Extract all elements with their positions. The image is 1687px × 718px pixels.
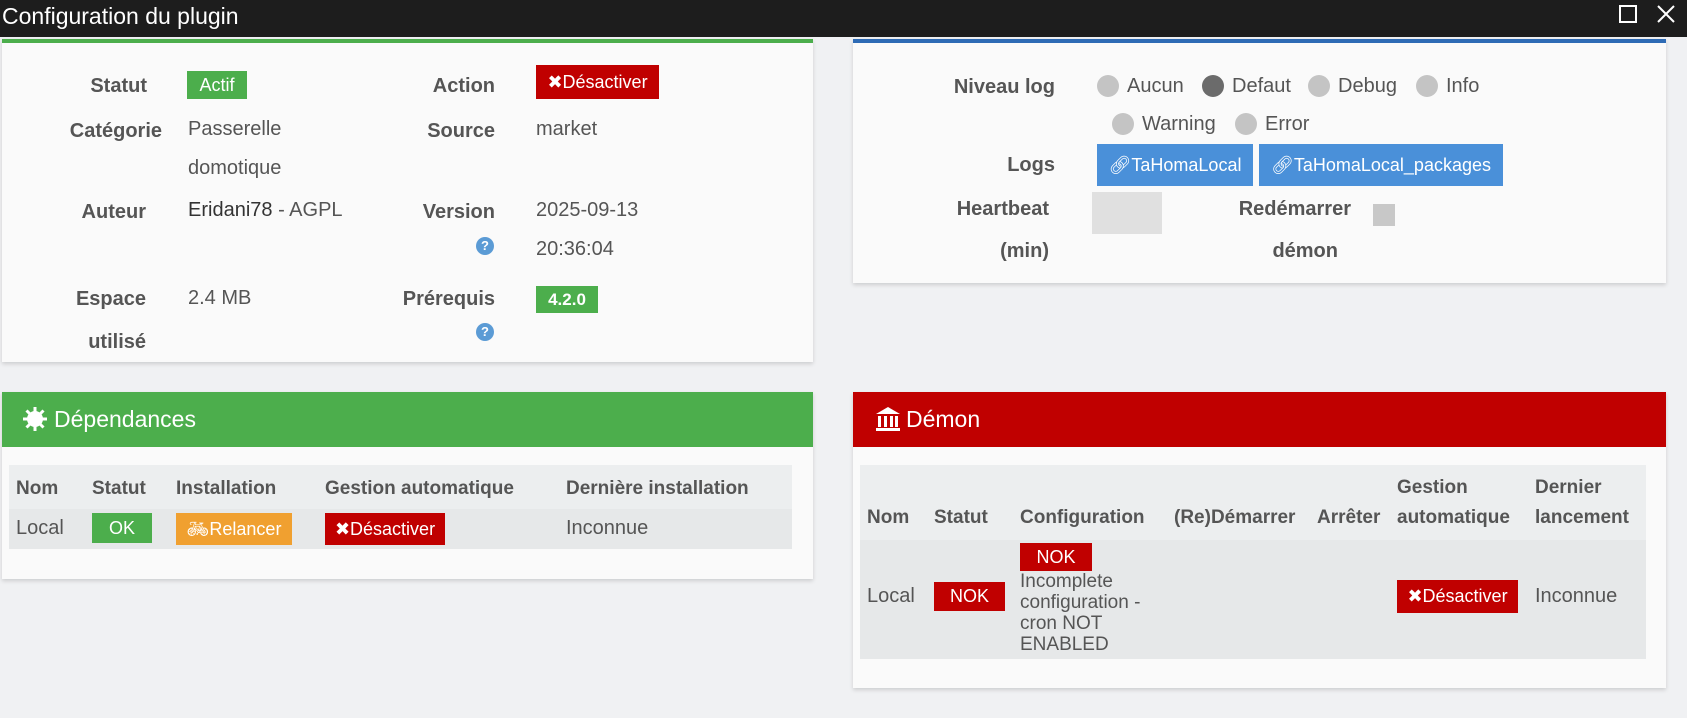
dep-nom: Local [16, 517, 64, 539]
config-message-line2: configuration - [1020, 592, 1141, 613]
col-header-gestion-line1: Gestion [1397, 477, 1468, 498]
source-label: Source [427, 120, 495, 142]
action-label: Action [432, 75, 495, 97]
dep-derniere: Inconnue [566, 517, 649, 539]
log-config-panel: Niveau log Aucun Defaut Debug Info Warni… [853, 39, 1666, 283]
statut-label: Statut [90, 75, 147, 97]
log-level-radio-debug[interactable] [1308, 75, 1330, 97]
bicycle-icon: 🚲︎ [186, 519, 210, 539]
close-icon[interactable] [1653, 3, 1679, 29]
table-row: Local OK 🚲︎Relancer ✖Désactiver Inconnue [9, 509, 792, 549]
close-icon: ✖ [1407, 586, 1423, 606]
col-header-dernier-line2: lancement [1535, 507, 1629, 528]
heartbeat-label-line2: (min) [1000, 240, 1049, 262]
col-header-statut: Statut [92, 478, 146, 499]
log-level-radio-error[interactable] [1235, 113, 1257, 135]
auteur-name[interactable]: Eridani78 [188, 199, 273, 221]
log-level-label-error: Error [1265, 113, 1310, 135]
col-header-nom: Nom [16, 478, 59, 499]
demon-nom: Local [867, 585, 915, 607]
table-row: Local NOK NOK Incomplete configuration -… [860, 540, 1646, 659]
col-header-arreter: Arrêter [1317, 507, 1381, 528]
categorie-value-line2: domotique [188, 157, 282, 179]
heartbeat-label-line1: Heartbeat [956, 198, 1049, 220]
demon-deactivate-button[interactable]: ✖Désactiver [1397, 580, 1518, 613]
auteur-value: Eridani78 - AGPL [188, 190, 343, 230]
prerequis-label: Prérequis [402, 288, 495, 310]
log-button-tahomalocal[interactable]: 🔗︎TaHomaLocal [1097, 144, 1253, 186]
dependances-header: Dépendances [2, 392, 813, 447]
window-title: Configuration du plugin [2, 3, 239, 29]
demon-status-badge: NOK [934, 582, 1005, 611]
col-header-dernier-line1: Dernier [1535, 477, 1602, 498]
bank-icon [875, 406, 901, 438]
log-level-label-defaut: Defaut [1232, 75, 1291, 97]
version-value-line1: 2025-09-13 [536, 199, 639, 221]
version-label: Version [422, 201, 495, 223]
log-level-radio-aucun[interactable] [1097, 75, 1119, 97]
restart-daemon-checkbox[interactable] [1373, 204, 1395, 226]
log-level-label-warning: Warning [1142, 113, 1216, 135]
help-icon[interactable]: ? [476, 323, 494, 341]
paperclip-icon: 🔗︎ [1108, 155, 1132, 175]
espace-label-line2: utilisé [88, 331, 146, 353]
col-header-gestion-line2: automatique [1397, 507, 1510, 528]
niveau-log-label: Niveau log [953, 76, 1055, 98]
col-header-installation: Installation [176, 478, 277, 499]
redemarrer-label-line2: démon [1272, 240, 1338, 262]
dep-deactivate-button[interactable]: ✖Désactiver [325, 513, 445, 545]
demon-panel: Démon Nom Statut Configuration (Re)Démar… [853, 392, 1666, 688]
log-level-radio-defaut[interactable] [1202, 75, 1224, 97]
config-message-line4: ENABLED [1020, 634, 1109, 655]
auteur-label: Auteur [81, 201, 146, 223]
log-level-label-info: Info [1446, 75, 1480, 97]
gear-icon [22, 406, 48, 438]
dependances-table: Nom Statut Installation Gestion automati… [9, 465, 792, 549]
maximize-icon[interactable] [1615, 3, 1641, 29]
log-level-radio-warning[interactable] [1112, 113, 1134, 135]
demon-dernier: Inconnue [1535, 585, 1618, 607]
deactivate-button[interactable]: ✖Désactiver [536, 65, 659, 99]
redemarrer-label-line1: Redémarrer [1238, 198, 1351, 220]
auteur-license: - AGPL [272, 199, 343, 221]
relancer-button[interactable]: 🚲︎Relancer [176, 513, 292, 545]
demon-table: Nom Statut Configuration (Re)Démarrer Ar… [860, 465, 1646, 659]
espace-label-line1: Espace [75, 288, 146, 310]
source-value: market [536, 118, 598, 140]
log-button-tahomalocal-packages[interactable]: 🔗︎TaHomaLocal_packages [1259, 144, 1503, 186]
window-titlebar: Configuration du plugin [0, 0, 1687, 37]
categorie-value-line1: Passerelle [188, 118, 282, 140]
help-icon[interactable]: ? [476, 237, 494, 255]
col-header-gestion: Gestion automatique [325, 478, 514, 499]
log-level-radio-info[interactable] [1416, 75, 1438, 97]
dependances-title: Dépendances [54, 406, 196, 432]
col-header-statut: Statut [934, 507, 988, 528]
config-message-line3: cron NOT [1020, 613, 1103, 634]
status-badge: Actif [187, 71, 247, 99]
demon-header: Démon [853, 392, 1666, 447]
close-icon: ✖ [334, 519, 351, 539]
paperclip-icon: 🔗︎ [1271, 155, 1294, 175]
log-level-label-debug: Debug [1338, 75, 1397, 97]
close-icon: ✖ [547, 72, 563, 92]
dep-status-badge: OK [92, 513, 152, 543]
col-header-configuration: Configuration [1020, 507, 1145, 528]
plugin-info-panel: Statut Actif Action ✖Désactiver Catégori… [2, 39, 813, 362]
demon-title: Démon [906, 406, 981, 432]
log-level-label-aucun: Aucun [1127, 75, 1184, 97]
dependances-panel: Dépendances Nom Statut Installation Gest… [2, 392, 813, 579]
col-header-derniere: Dernière installation [566, 478, 749, 499]
espace-value: 2.4 MB [188, 287, 252, 309]
col-header-nom: Nom [867, 507, 910, 528]
logs-label: Logs [1007, 154, 1055, 176]
version-value-line2: 20:36:04 [536, 238, 614, 260]
prerequis-badge: 4.2.0 [536, 286, 598, 313]
col-header-redemarrer: (Re)Démarrer [1174, 507, 1296, 528]
heartbeat-input[interactable] [1092, 192, 1162, 234]
config-status-badge: NOK [1020, 543, 1092, 571]
config-message-line1: Incomplete [1020, 571, 1113, 592]
categorie-label: Catégorie [69, 120, 162, 142]
